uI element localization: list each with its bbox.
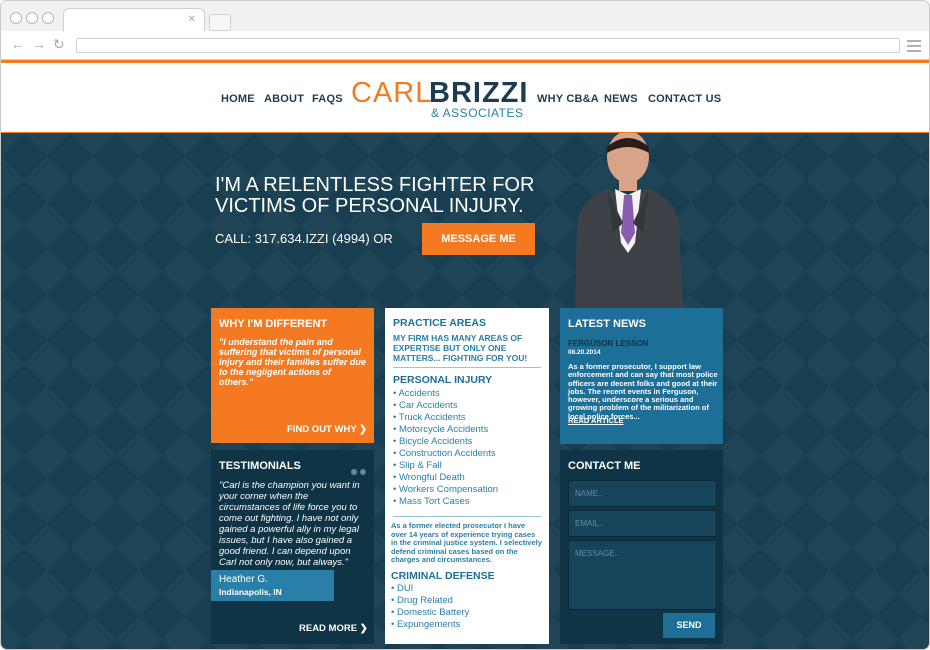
logo-subtitle: & ASSOCIATES	[431, 106, 524, 120]
site-header: HOME ABOUT FAQS CARL BRIZZI & ASSOCIATES…	[1, 60, 929, 136]
headline-line-2: VICTIMS OF PERSONAL INJURY.	[215, 195, 524, 217]
message-placeholder: MESSAGE..	[575, 549, 620, 558]
nav-news[interactable]: NEWS	[604, 93, 638, 105]
tab-close-icon[interactable]: ✕	[188, 14, 196, 25]
news-title: LATEST NEWS	[568, 318, 647, 330]
criminal-defense-title: CRIMINAL DEFENSE	[391, 570, 495, 582]
attorney-photo	[575, 133, 683, 308]
logo-first-name: CARL	[351, 77, 433, 109]
carousel-dot[interactable]	[360, 469, 366, 475]
list-item[interactable]: • Domestic Battery	[391, 607, 541, 619]
personal-injury-list: • Accidents • Car Accidents • Truck Acci…	[393, 388, 543, 508]
list-item[interactable]: • Car Accidents	[393, 400, 543, 412]
author-name: Heather G.	[219, 574, 268, 585]
read-article-link[interactable]: READ ARTICLE	[568, 416, 624, 425]
email-field[interactable]: EMAIL..	[568, 510, 717, 537]
browser-toolbar: ← → ↻	[1, 31, 929, 59]
list-item[interactable]: • Slip & Fall	[393, 460, 543, 472]
browser-window: ✕ ← → ↻ HOME ABOUT FAQS CARL BRIZZI & AS…	[0, 0, 930, 650]
window-close-dot[interactable]	[10, 12, 22, 24]
contact-title: CONTACT ME	[568, 460, 641, 472]
nav-faqs[interactable]: FAQS	[312, 93, 343, 105]
nav-about[interactable]: ABOUT	[264, 93, 304, 105]
message-field[interactable]: MESSAGE..	[568, 540, 717, 610]
list-item[interactable]: • Expungements	[391, 619, 541, 631]
list-item[interactable]: • Construction Accidents	[393, 448, 543, 460]
read-more-link[interactable]: READ MORE ❯	[299, 623, 368, 634]
message-me-button[interactable]: MESSAGE ME	[422, 223, 535, 255]
forward-arrow-icon[interactable]: →	[32, 36, 46, 52]
back-arrow-icon[interactable]: ←	[11, 36, 25, 52]
testimonial-quote: "Carl is the champion you want in your c…	[219, 480, 360, 568]
send-button[interactable]: SEND	[663, 613, 715, 638]
carousel-dots[interactable]	[348, 462, 366, 480]
list-item[interactable]: • Bicycle Accidents	[393, 436, 543, 448]
menu-icon[interactable]	[907, 40, 921, 52]
why-different-title: WHY I'M DIFFERENT	[219, 318, 328, 330]
list-item[interactable]: • Accidents	[393, 388, 543, 400]
criminal-defense-list: • DUI • Drug Related • Domestic Battery …	[391, 583, 541, 631]
reload-icon[interactable]: ↻	[53, 36, 65, 53]
name-field[interactable]: NAME..	[568, 480, 717, 507]
testimonial-author: Heather G. Indianapolis, IN	[211, 570, 334, 601]
prosecutor-note: As a former elected prosecutor I have ov…	[391, 521, 542, 564]
window-maximize-dot[interactable]	[42, 12, 54, 24]
divider	[393, 516, 541, 517]
new-tab-button[interactable]	[209, 14, 231, 31]
nav-contact[interactable]: CONTACT US	[648, 93, 721, 105]
carousel-dot[interactable]	[351, 469, 357, 475]
nav-why[interactable]: WHY CB&A	[537, 93, 599, 105]
testimonials-title: TESTIMONIALS	[219, 460, 301, 472]
find-out-why-link[interactable]: FIND OUT WHY ❯	[287, 424, 367, 435]
list-item[interactable]: • Workers Compensation	[393, 484, 543, 496]
contact-card: CONTACT ME NAME.. EMAIL.. MESSAGE.. SEND	[560, 450, 723, 644]
list-item[interactable]: • Drug Related	[391, 595, 541, 607]
testimonials-card: TESTIMONIALS "Carl is the champion you w…	[211, 450, 374, 644]
practice-subtitle: MY FIRM HAS MANY AREAS OF EXPERTISE BUT …	[393, 333, 528, 363]
practice-title: PRACTICE AREAS	[393, 317, 486, 329]
hero-section: I'M A RELENTLESS FIGHTER FOR VICTIMS OF …	[1, 133, 929, 649]
name-placeholder: NAME..	[575, 489, 603, 498]
window-minimize-dot[interactable]	[26, 12, 38, 24]
news-body: As a former prosecutor, I support law en…	[568, 362, 718, 421]
email-placeholder: EMAIL..	[575, 519, 604, 528]
browser-chrome: ✕ ← → ↻	[1, 1, 929, 60]
list-item[interactable]: • Mass Tort Cases	[393, 496, 543, 508]
practice-areas-card: PRACTICE AREAS MY FIRM HAS MANY AREAS OF…	[385, 308, 549, 644]
list-item[interactable]: • Wrongful Death	[393, 472, 543, 484]
hero-headline: I'M A RELENTLESS FIGHTER FOR VICTIMS OF …	[215, 175, 575, 217]
news-headline[interactable]: FERGUSON LESSON	[568, 339, 648, 348]
list-item[interactable]: • Truck Accidents	[393, 412, 543, 424]
call-text: CALL: 317.634.IZZI (4994) OR	[215, 231, 393, 246]
website: HOME ABOUT FAQS CARL BRIZZI & ASSOCIATES…	[1, 60, 929, 649]
author-location: Indianapolis, IN	[219, 587, 282, 597]
divider	[393, 367, 541, 368]
browser-tab[interactable]: ✕	[63, 8, 205, 31]
address-bar[interactable]	[76, 38, 900, 53]
headline-line-1: I'M A RELENTLESS FIGHTER FOR	[215, 174, 535, 196]
list-item[interactable]: • Motorcycle Accidents	[393, 424, 543, 436]
nav-home[interactable]: HOME	[221, 93, 255, 105]
personal-injury-title: PERSONAL INJURY	[393, 374, 493, 386]
list-item[interactable]: • DUI	[391, 583, 541, 595]
news-date: 08.20.2014	[568, 349, 601, 356]
logo[interactable]: CARL BRIZZI & ASSOCIATES	[351, 77, 531, 121]
why-different-quote: "I understand the pain and suffering tha…	[219, 337, 366, 387]
why-different-card: WHY I'M DIFFERENT "I understand the pain…	[211, 308, 374, 443]
latest-news-card: LATEST NEWS FERGUSON LESSON 08.20.2014 A…	[560, 308, 723, 444]
